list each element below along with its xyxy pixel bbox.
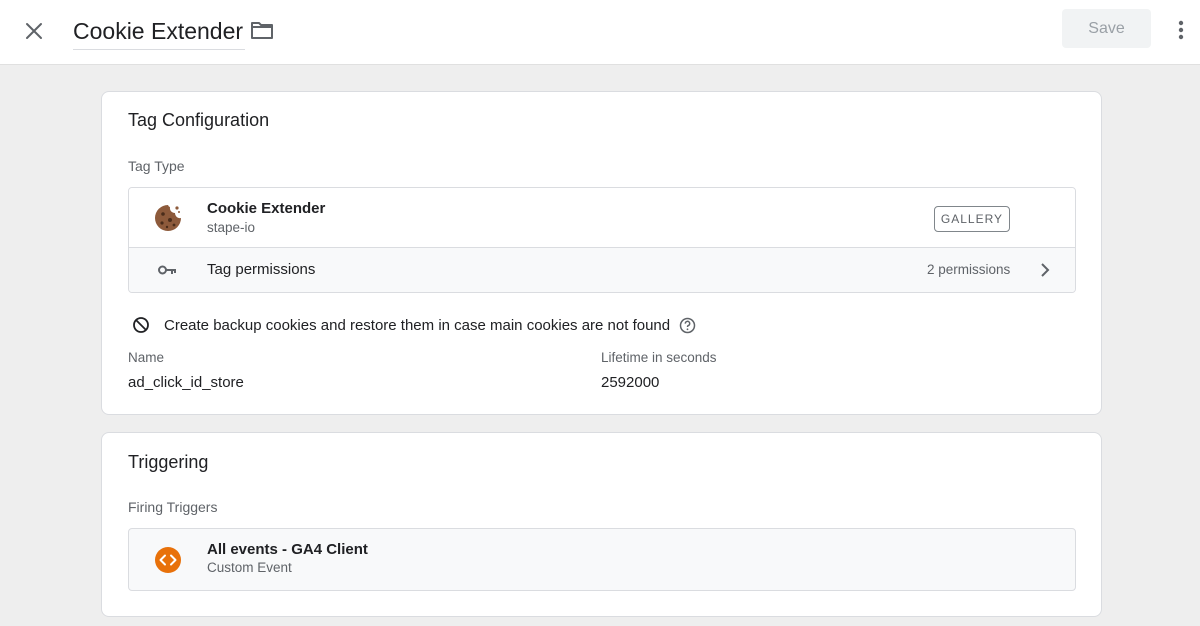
tag-name-input[interactable]: Cookie Extender: [73, 14, 246, 50]
gallery-badge: GALLERY: [934, 206, 1010, 232]
chevron-right-icon: [1035, 260, 1055, 280]
tag-title: Cookie Extender: [73, 18, 244, 44]
folder-icon: [251, 22, 273, 39]
tag-type-row[interactable]: Cookie Extender stape-io GALLERY: [129, 188, 1075, 248]
card-title: Triggering: [128, 452, 209, 472]
folder-button[interactable]: [246, 14, 278, 46]
more-options-button[interactable]: [1166, 14, 1196, 46]
name-field-label: Name: [128, 350, 165, 365]
close-button[interactable]: [16, 13, 52, 49]
help-icon: [679, 317, 696, 333]
card-title: Tag Configuration: [128, 110, 270, 130]
lifetime-field-label: Lifetime in seconds: [601, 350, 717, 365]
name-field-value: ad_click_id_store: [128, 374, 244, 391]
help-button[interactable]: [679, 317, 696, 334]
firing-triggers-label: Firing Triggers: [128, 499, 218, 515]
triggering-card: Triggering Firing Triggers All events - …: [101, 432, 1102, 617]
tag-permissions-label: Tag permissions: [207, 261, 316, 278]
tag-type-vendor: stape-io: [207, 220, 256, 235]
close-icon: [26, 23, 42, 39]
backup-cookies-option: Create backup cookies and restore them i…: [132, 314, 696, 336]
top-bar: Cookie Extender Save: [0, 0, 1200, 65]
permissions-count: 2 permissions: [927, 262, 1011, 277]
key-icon: [153, 255, 183, 285]
cookie-icon: [153, 203, 183, 233]
save-button[interactable]: Save: [1062, 9, 1151, 48]
code-icon: [153, 545, 183, 575]
trigger-item[interactable]: All events - GA4 Client Custom Event: [128, 528, 1076, 591]
trigger-type: Custom Event: [207, 560, 292, 575]
backup-cookies-text: Create backup cookies and restore them i…: [164, 316, 671, 334]
tag-permissions-row[interactable]: Tag permissions 2 permissions: [129, 248, 1075, 292]
more-vert-icon: [1178, 20, 1184, 40]
block-icon: [133, 317, 149, 333]
trigger-name: All events - GA4 Client: [207, 541, 368, 558]
tag-type-name: Cookie Extender: [207, 200, 326, 217]
tag-type-label: Tag Type: [128, 158, 185, 174]
tag-type-box: Cookie Extender stape-io GALLERY Tag per…: [128, 187, 1076, 293]
lifetime-field-value: 2592000: [601, 374, 660, 391]
tag-configuration-card: Tag Configuration Tag Type Cookie Extend…: [101, 91, 1102, 415]
